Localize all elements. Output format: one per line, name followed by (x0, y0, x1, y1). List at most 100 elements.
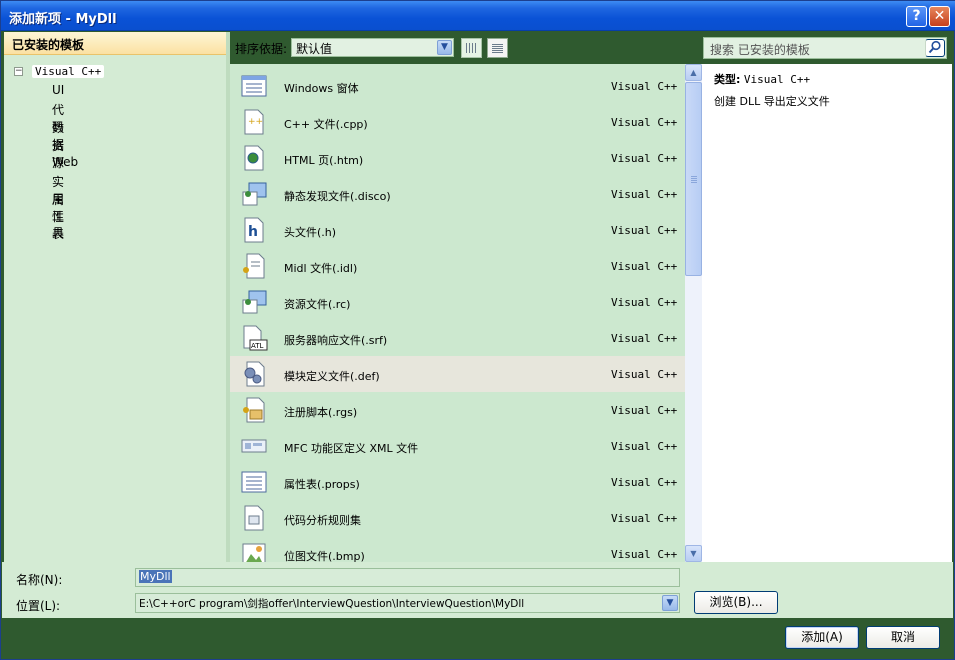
disco-file-icon (242, 182, 267, 206)
ribbon-icon (241, 439, 267, 453)
idl-file-icon (243, 253, 265, 279)
scroll-up-icon[interactable]: ▲ (685, 64, 702, 81)
search-placeholder: 搜索 已安装的模板 (710, 43, 810, 57)
template-row[interactable]: 代码分析规则集 Visual C++ (230, 500, 685, 536)
template-row[interactable]: HTML 页(.htm) Visual C++ (230, 140, 685, 176)
collapse-icon[interactable]: − (14, 67, 23, 76)
template-details-panel: 类型: Visual C++ 创建 DLL 导出定义文件 (702, 64, 952, 562)
tree-item-ui[interactable]: UI (52, 83, 64, 97)
search-icon[interactable] (925, 39, 945, 57)
location-field[interactable]: E:\C++orC program\剑指offer\InterviewQuest… (135, 593, 680, 613)
template-list-scrollbar[interactable]: ▲ ▼ (685, 64, 702, 562)
template-type: Visual C++ (611, 296, 678, 309)
template-row[interactable]: 静态发现文件(.disco) Visual C++ (230, 176, 685, 212)
location-label: 位置(L): (16, 599, 61, 613)
rgs-file-icon (243, 397, 265, 423)
template-name: 位图文件(.bmp) (284, 550, 365, 562)
html-file-icon (244, 145, 264, 171)
template-name: 服务器响应文件(.srf) (284, 334, 388, 347)
template-row[interactable]: Midl 文件(.idl) Visual C++ (230, 248, 685, 284)
template-type: Visual C++ (611, 368, 678, 381)
help-button[interactable]: ? (906, 6, 927, 27)
cpp-file-icon: ++ (244, 109, 264, 135)
template-type: Visual C++ (611, 152, 678, 165)
template-description: 创建 DLL 导出定义文件 (714, 95, 830, 108)
name-label: 名称(N): (16, 573, 63, 587)
tree-item-property-sheets[interactable]: 属性表 (52, 191, 64, 242)
template-type: Visual C++ (611, 476, 678, 489)
medium-icons-view-button[interactable] (461, 38, 482, 58)
template-name: 属性表(.props) (284, 478, 360, 491)
template-type: Visual C++ (611, 548, 678, 561)
template-row[interactable]: ATL 服务器响应文件(.srf) Visual C++ (230, 320, 685, 356)
name-field[interactable]: MyDll (135, 568, 680, 587)
add-new-item-dialog: 添加新项 - MyDll ? ✕ 已安装的模板 − Visual C++ UI … (0, 0, 955, 660)
template-name: MFC 功能区定义 XML 文件 (284, 442, 419, 455)
installed-templates-panel: 已安装的模板 − Visual C++ UI 代码 数据 资源 Web 实用工具… (4, 32, 226, 562)
ruleset-icon (244, 505, 264, 531)
tree-item-label[interactable]: Visual C++ (32, 65, 105, 78)
template-type: Visual C++ (611, 224, 678, 237)
template-name: C++ 文件(.cpp) (284, 118, 368, 131)
template-row[interactable]: 注册脚本(.rgs) Visual C++ (230, 392, 685, 428)
template-row[interactable]: 资源文件(.rc) Visual C++ (230, 284, 685, 320)
template-name: 模块定义文件(.def) (284, 370, 380, 383)
template-row[interactable]: 位图文件(.bmp) Visual C++ (230, 536, 685, 562)
template-name: HTML 页(.htm) (284, 154, 364, 167)
cancel-button[interactable]: 取消 (866, 626, 940, 649)
template-row[interactable]: h 头文件(.h) Visual C++ (230, 212, 685, 248)
grip-icon (691, 175, 697, 183)
template-list[interactable]: Windows 窗体 Visual C++ ++ C++ 文件(.cpp) Vi… (230, 64, 685, 562)
tree-item-web[interactable]: Web (52, 155, 78, 169)
details-view-button[interactable] (487, 38, 508, 58)
template-name: 代码分析规则集 (284, 514, 361, 527)
template-row[interactable]: ++ C++ 文件(.cpp) Visual C++ (230, 104, 685, 140)
template-row[interactable]: MFC 功能区定义 XML 文件 Visual C++ (230, 428, 685, 464)
template-name: 注册脚本(.rgs) (284, 406, 358, 419)
template-name: Midl 文件(.idl) (284, 262, 358, 275)
search-input[interactable]: 搜索 已安装的模板 (703, 37, 947, 59)
template-type: Visual C++ (611, 116, 678, 129)
name-value: MyDll (139, 570, 172, 583)
add-button[interactable]: 添加(A) (785, 626, 859, 649)
template-type: Visual C++ (611, 260, 678, 273)
template-row[interactable]: 属性表(.props) Visual C++ (230, 464, 685, 500)
chevron-down-icon[interactable]: ▼ (662, 595, 678, 611)
tree-item-visual-cpp[interactable]: − Visual C++ (14, 65, 174, 80)
template-row-selected[interactable]: 模块定义文件(.def) Visual C++ (230, 356, 685, 392)
form-icon (241, 75, 267, 97)
template-row[interactable]: Windows 窗体 Visual C++ (230, 68, 685, 104)
type-value: Visual C++ (743, 73, 811, 86)
scroll-down-icon[interactable]: ▼ (685, 545, 702, 562)
resource-file-icon (242, 290, 267, 314)
browse-button[interactable]: 浏览(B)... (694, 591, 778, 614)
scrollbar-thumb[interactable] (685, 82, 702, 276)
sort-by-dropdown[interactable]: 默认值 ▼ (291, 38, 454, 57)
template-type: Visual C++ (611, 332, 678, 345)
type-label: 类型: (714, 73, 741, 86)
bitmap-file-icon (242, 543, 266, 562)
template-type: Visual C++ (611, 404, 678, 417)
template-name: 资源文件(.rc) (284, 298, 351, 311)
sort-by-label: 排序依据: (235, 42, 288, 56)
props-file-icon (241, 471, 267, 493)
list-view-icon (492, 43, 503, 53)
template-type: Visual C++ (611, 440, 678, 453)
template-type-info: 类型: Visual C++ (714, 71, 810, 87)
template-name: 静态发现文件(.disco) (284, 190, 391, 203)
close-button[interactable]: ✕ (929, 6, 950, 27)
location-value: E:\C++orC program\剑指offer\InterviewQuest… (139, 598, 525, 610)
installed-templates-header[interactable]: 已安装的模板 (4, 32, 226, 55)
columns-view-icon (466, 43, 477, 53)
window-title: 添加新项 - MyDll (9, 12, 117, 27)
template-type: Visual C++ (611, 80, 678, 93)
svg-text:++: ++ (248, 117, 263, 127)
template-type: Visual C++ (611, 188, 678, 201)
svg-text:ATL: ATL (251, 342, 264, 350)
sort-by-value: 默认值 (296, 42, 333, 56)
title-bar[interactable]: 添加新项 - MyDll ? ✕ (1, 1, 955, 31)
chevron-down-icon[interactable]: ▼ (437, 40, 452, 55)
atl-file-icon: ATL (243, 325, 268, 351)
template-type: Visual C++ (611, 512, 678, 525)
template-name: 头文件(.h) (284, 226, 337, 239)
